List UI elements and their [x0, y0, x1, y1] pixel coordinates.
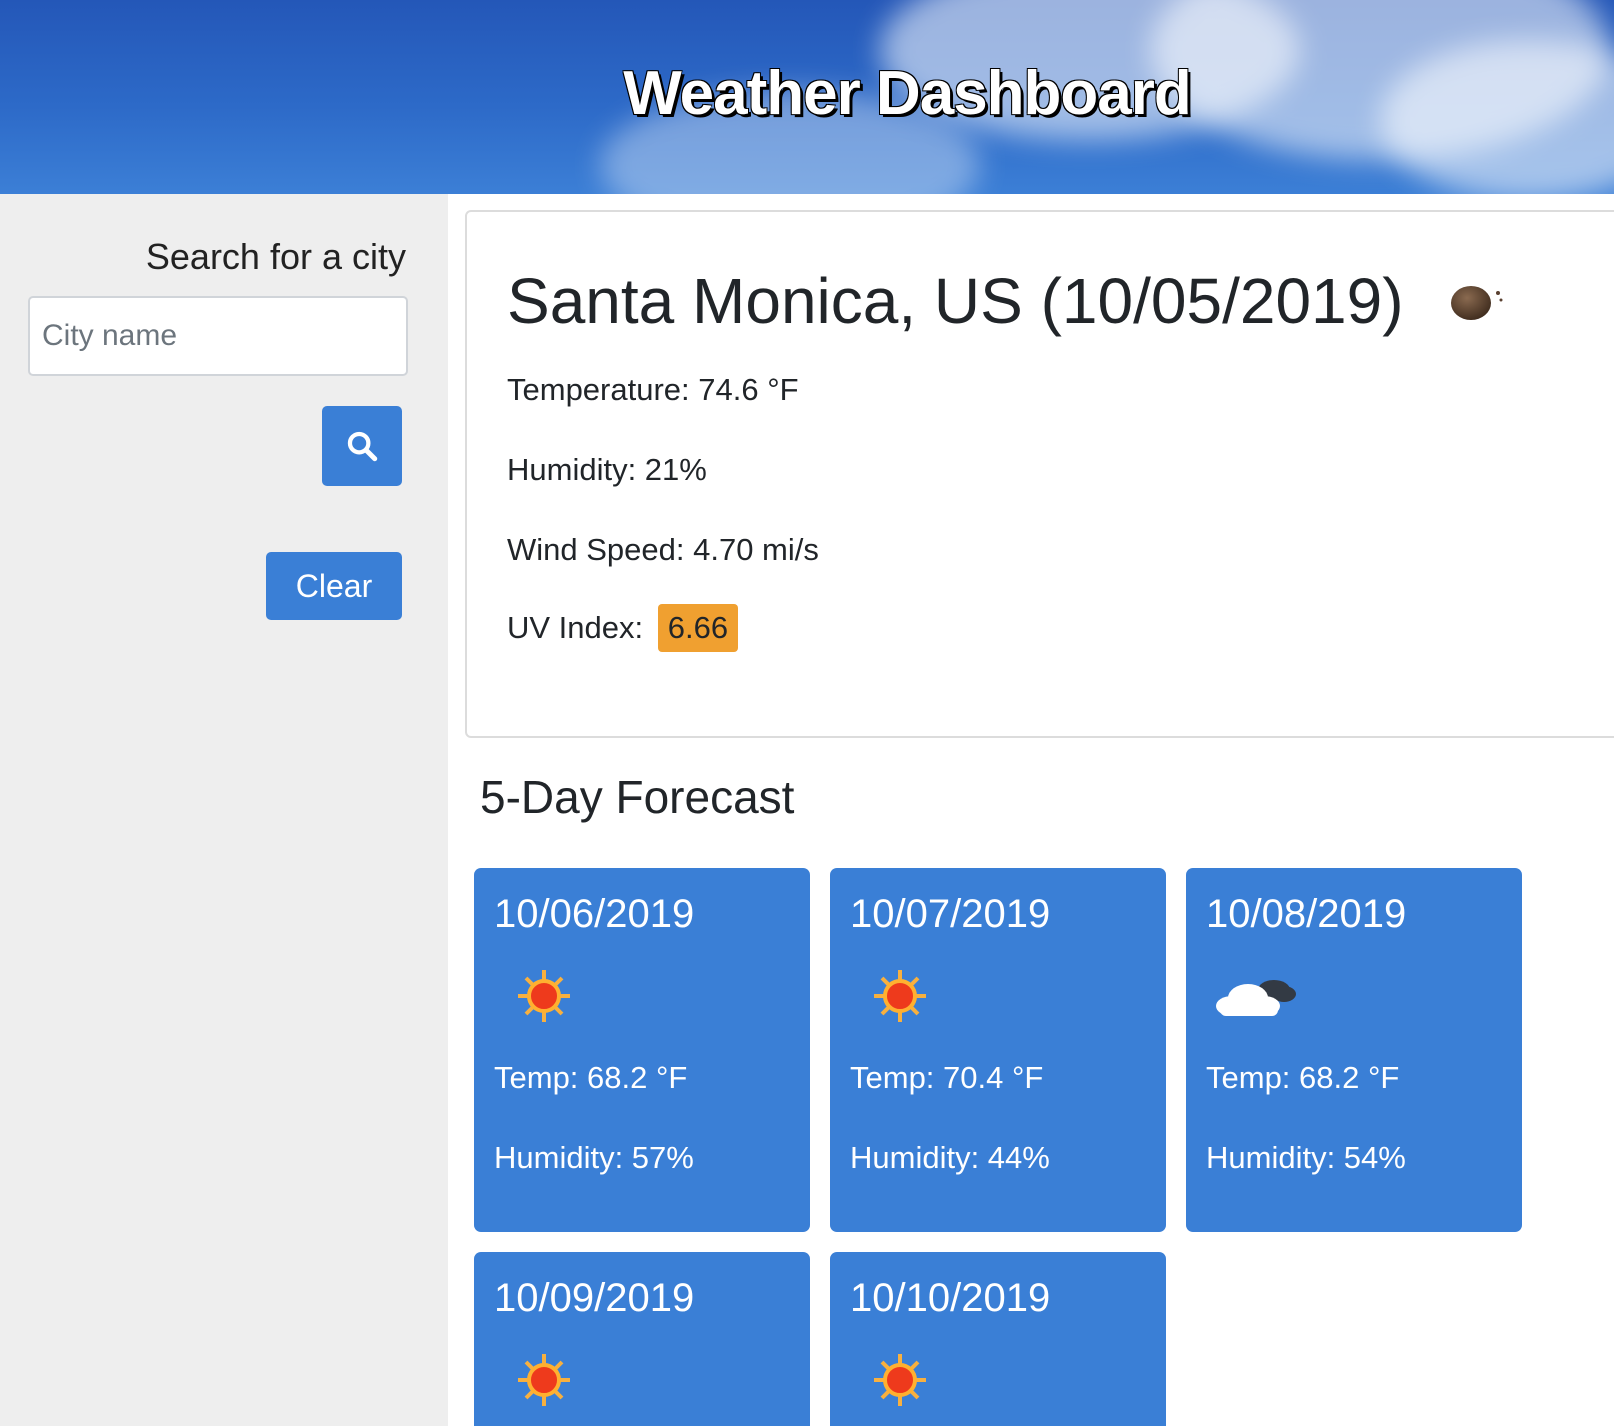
- current-wind-speed: Wind Speed: 4.70 mi/s: [507, 532, 819, 567]
- current-city-title: Santa Monica, US (10/05/2019): [507, 265, 1404, 337]
- forecast-temp: Temp: 70.4 °F: [850, 1060, 1044, 1095]
- forecast-date: 10/10/2019: [850, 1276, 1051, 1320]
- forecast-card: 10/06/2019 Temp: 68.2 °F Humidity: 57%: [474, 868, 810, 1232]
- sun-icon: [518, 1354, 570, 1406]
- forecast-temp: Temp: 68.2 °F: [494, 1060, 688, 1095]
- forecast-date: 10/08/2019: [1206, 892, 1407, 936]
- current-temperature: Temperature: 74.6 °F: [507, 372, 799, 407]
- forecast-humidity: Humidity: 44%: [850, 1140, 1050, 1175]
- forecast-title: 5-Day Forecast: [480, 771, 795, 823]
- city-search-input[interactable]: [28, 296, 408, 376]
- clear-night-moon-icon: [1451, 286, 1503, 320]
- forecast-card: 10/09/2019: [474, 1252, 810, 1426]
- current-weather-card: Santa Monica, US (10/05/2019) Temperatur…: [465, 210, 1614, 738]
- uv-index-badge: 6.66: [657, 604, 739, 652]
- sidebar: Search for a city Clear: [0, 194, 448, 1426]
- forecast-date: 10/09/2019: [494, 1276, 695, 1320]
- forecast-humidity: Humidity: 57%: [494, 1140, 694, 1175]
- search-label: Search for a city: [145, 236, 406, 277]
- uv-label: UV Index:: [507, 610, 644, 645]
- current-uv-row: UV Index: 6.66: [507, 604, 739, 652]
- clear-button[interactable]: Clear: [266, 552, 402, 620]
- forecast-card: 10/10/2019: [830, 1252, 1166, 1426]
- forecast-date: 10/07/2019: [850, 892, 1051, 936]
- sun-icon: [874, 970, 926, 1022]
- forecast-card: 10/07/2019 Temp: 70.4 °F Humidity: 44%: [830, 868, 1166, 1232]
- forecast-card: 10/08/2019 Temp: 68.2 °F Humidity: 54%: [1186, 868, 1522, 1232]
- forecast-humidity: Humidity: 54%: [1206, 1140, 1406, 1175]
- page-title: Weather Dashboard: [623, 59, 1192, 128]
- sun-icon: [518, 970, 570, 1022]
- forecast-temp: Temp: 68.2 °F: [1206, 1060, 1400, 1095]
- sun-icon: [874, 1354, 926, 1406]
- forecast-date: 10/06/2019: [494, 892, 695, 936]
- partly-cloudy-icon: [1216, 980, 1296, 1016]
- search-button[interactable]: [322, 406, 402, 486]
- search-icon: [347, 431, 378, 462]
- page-header: Weather Dashboard: [0, 0, 1614, 194]
- current-humidity: Humidity: 21%: [507, 452, 707, 487]
